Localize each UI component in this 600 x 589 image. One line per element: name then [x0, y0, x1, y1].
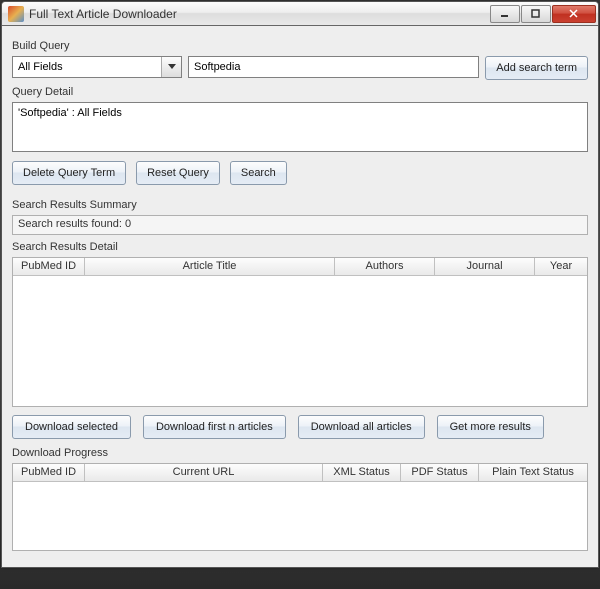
close-button[interactable]: [552, 5, 596, 23]
results-table: PubMed ID Article Title Authors Journal …: [12, 257, 588, 407]
query-detail-textarea[interactable]: 'Softpedia' : All Fields: [12, 102, 588, 152]
download-first-n-button[interactable]: Download first n articles: [143, 415, 286, 439]
query-detail-label: Query Detail: [12, 86, 588, 98]
dropdown-arrow-icon: [161, 57, 181, 77]
maximize-button[interactable]: [521, 5, 551, 23]
results-table-body[interactable]: [13, 276, 587, 406]
results-summary-text: Search results found: 0: [12, 215, 588, 235]
download-all-button[interactable]: Download all articles: [298, 415, 425, 439]
reset-query-button[interactable]: Reset Query: [136, 161, 220, 185]
pcol-xml-status[interactable]: XML Status: [323, 464, 401, 482]
results-detail-label: Search Results Detail: [12, 241, 588, 253]
pcol-pubmed-id[interactable]: PubMed ID: [13, 464, 85, 482]
col-year[interactable]: Year: [535, 258, 587, 276]
col-article-title[interactable]: Article Title: [85, 258, 335, 276]
app-window: Full Text Article Downloader Build Query…: [1, 1, 599, 568]
results-summary-label: Search Results Summary: [12, 199, 588, 211]
progress-table-body[interactable]: [13, 482, 587, 550]
pcol-pdf-status[interactable]: PDF Status: [401, 464, 479, 482]
col-journal[interactable]: Journal: [435, 258, 535, 276]
search-term-input[interactable]: [188, 56, 479, 78]
progress-table: PubMed ID Current URL XML Status PDF Sta…: [12, 463, 588, 551]
pcol-plain-text-status[interactable]: Plain Text Status: [479, 464, 587, 482]
java-app-icon: [8, 6, 24, 22]
window-title: Full Text Article Downloader: [29, 7, 489, 21]
search-button[interactable]: Search: [230, 161, 287, 185]
field-select-value: All Fields: [18, 61, 63, 73]
content-area: Build Query All Fields Add search term Q…: [2, 26, 598, 567]
build-query-label: Build Query: [12, 40, 588, 52]
pcol-current-url[interactable]: Current URL: [85, 464, 323, 482]
download-selected-button[interactable]: Download selected: [12, 415, 131, 439]
download-progress-label: Download Progress: [12, 447, 588, 459]
titlebar[interactable]: Full Text Article Downloader: [2, 2, 598, 26]
minimize-button[interactable]: [490, 5, 520, 23]
get-more-results-button[interactable]: Get more results: [437, 415, 544, 439]
col-authors[interactable]: Authors: [335, 258, 435, 276]
col-pubmed-id[interactable]: PubMed ID: [13, 258, 85, 276]
add-search-term-button[interactable]: Add search term: [485, 56, 588, 80]
delete-query-term-button[interactable]: Delete Query Term: [12, 161, 126, 185]
field-select[interactable]: All Fields: [12, 56, 182, 78]
